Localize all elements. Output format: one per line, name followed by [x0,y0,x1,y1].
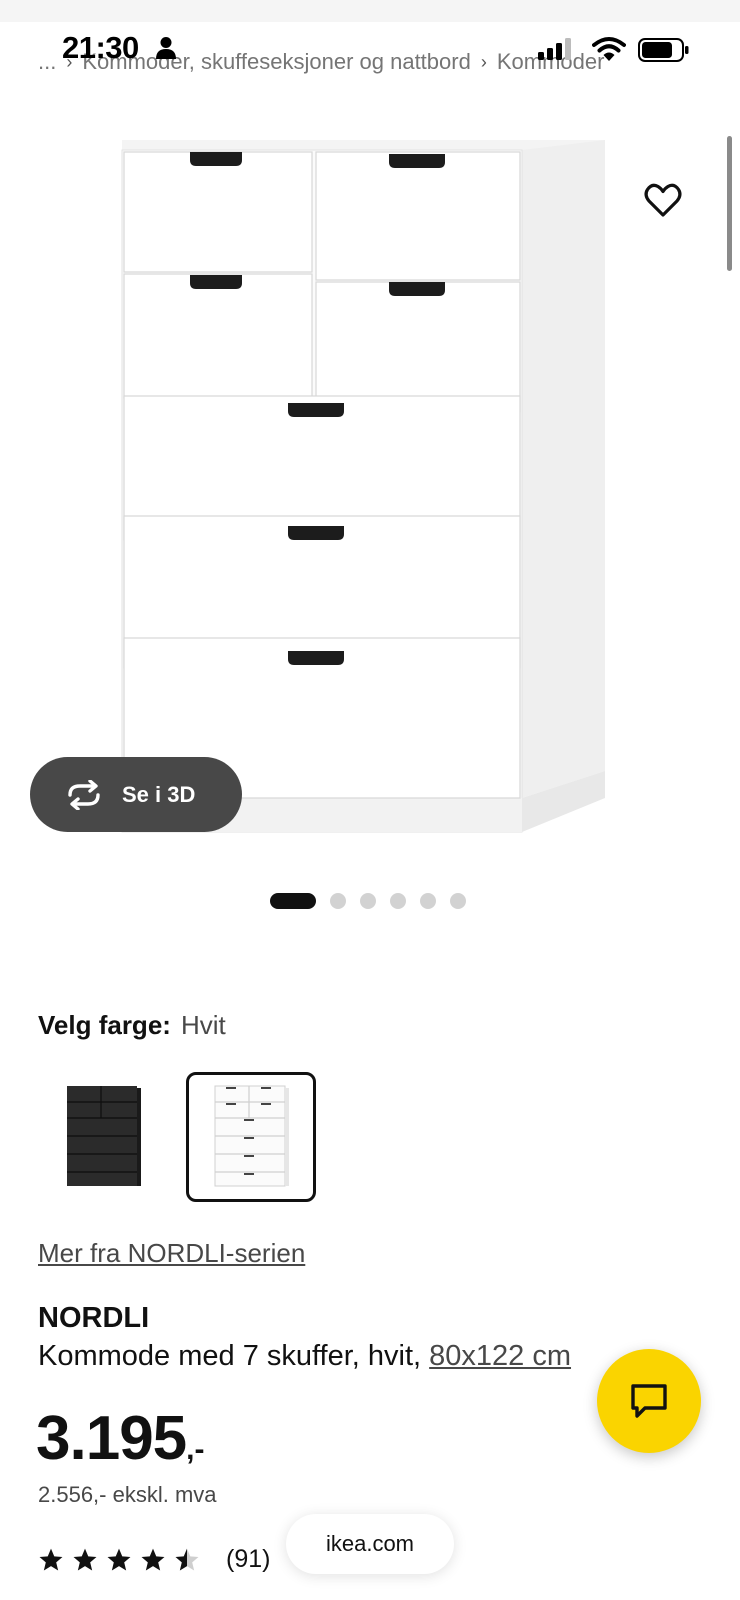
browser-top-strip [0,0,740,22]
price-decimal: ,- [186,1433,205,1466]
series-link[interactable]: Mer fra NORDLI-serien [38,1238,305,1269]
star-filled-icon [141,1548,165,1571]
rating-count: (91) [226,1545,271,1573]
black-dresser-thumbnail [67,1086,141,1186]
price-ex-vat: 2.556,- ekskl. mva [38,1482,217,1507]
star-half-icon [175,1548,199,1571]
star-filled-icon [73,1548,97,1571]
status-time: 21:30 [62,30,139,65]
color-option-black[interactable] [38,1072,168,1202]
product-name: NORDLI [38,1302,150,1334]
product-description-text: Kommode med 7 skuffer, hvit, [38,1340,422,1372]
chat-bubble-icon [631,1384,667,1418]
color-option-white[interactable] [186,1072,316,1202]
chat-button[interactable] [597,1349,701,1453]
heart-icon[interactable] [641,178,685,222]
cellular-signal-icon [538,38,571,60]
browser-url: ikea.com [325,1531,415,1556]
white-dresser-thumbnail [214,1085,289,1187]
view-in-3d-button[interactable]: Se i 3D [30,757,242,832]
product-size-link[interactable]: 80x122 cm [429,1340,571,1372]
battery-icon [638,38,689,62]
price-integer: 3.195 [36,1404,187,1473]
view-in-3d-label: Se i 3D [122,781,196,807]
status-bar: 21:30 [0,28,740,72]
browser-url-pill[interactable]: ikea.com [286,1514,454,1574]
star-filled-icon [39,1548,63,1571]
selected-color: Hvit [180,1010,226,1040]
product-image[interactable] [100,126,640,856]
star-filled-icon [107,1548,131,1571]
carousel-dot[interactable] [360,893,376,909]
color-selector-label: Velg farge: Hvit [38,1010,226,1041]
scrollbar[interactable] [727,136,732,271]
carousel-dot[interactable] [330,893,346,909]
carousel-dot-active[interactable] [270,893,316,909]
product-description: Kommode med 7 skuffer, hvit, 80x122 cm [38,1340,571,1373]
carousel-dot[interactable] [390,893,406,909]
person-icon [156,37,176,59]
carousel-dot[interactable] [420,893,436,909]
color-label: Velg farge: [38,1010,171,1040]
price: 3.195,- [36,1403,204,1474]
image-carousel-indicator[interactable] [270,893,466,909]
carousel-dot[interactable] [450,893,466,909]
wifi-icon [592,37,626,61]
rating[interactable]: (91) [38,1545,270,1574]
rotate-3d-icon [68,779,100,810]
